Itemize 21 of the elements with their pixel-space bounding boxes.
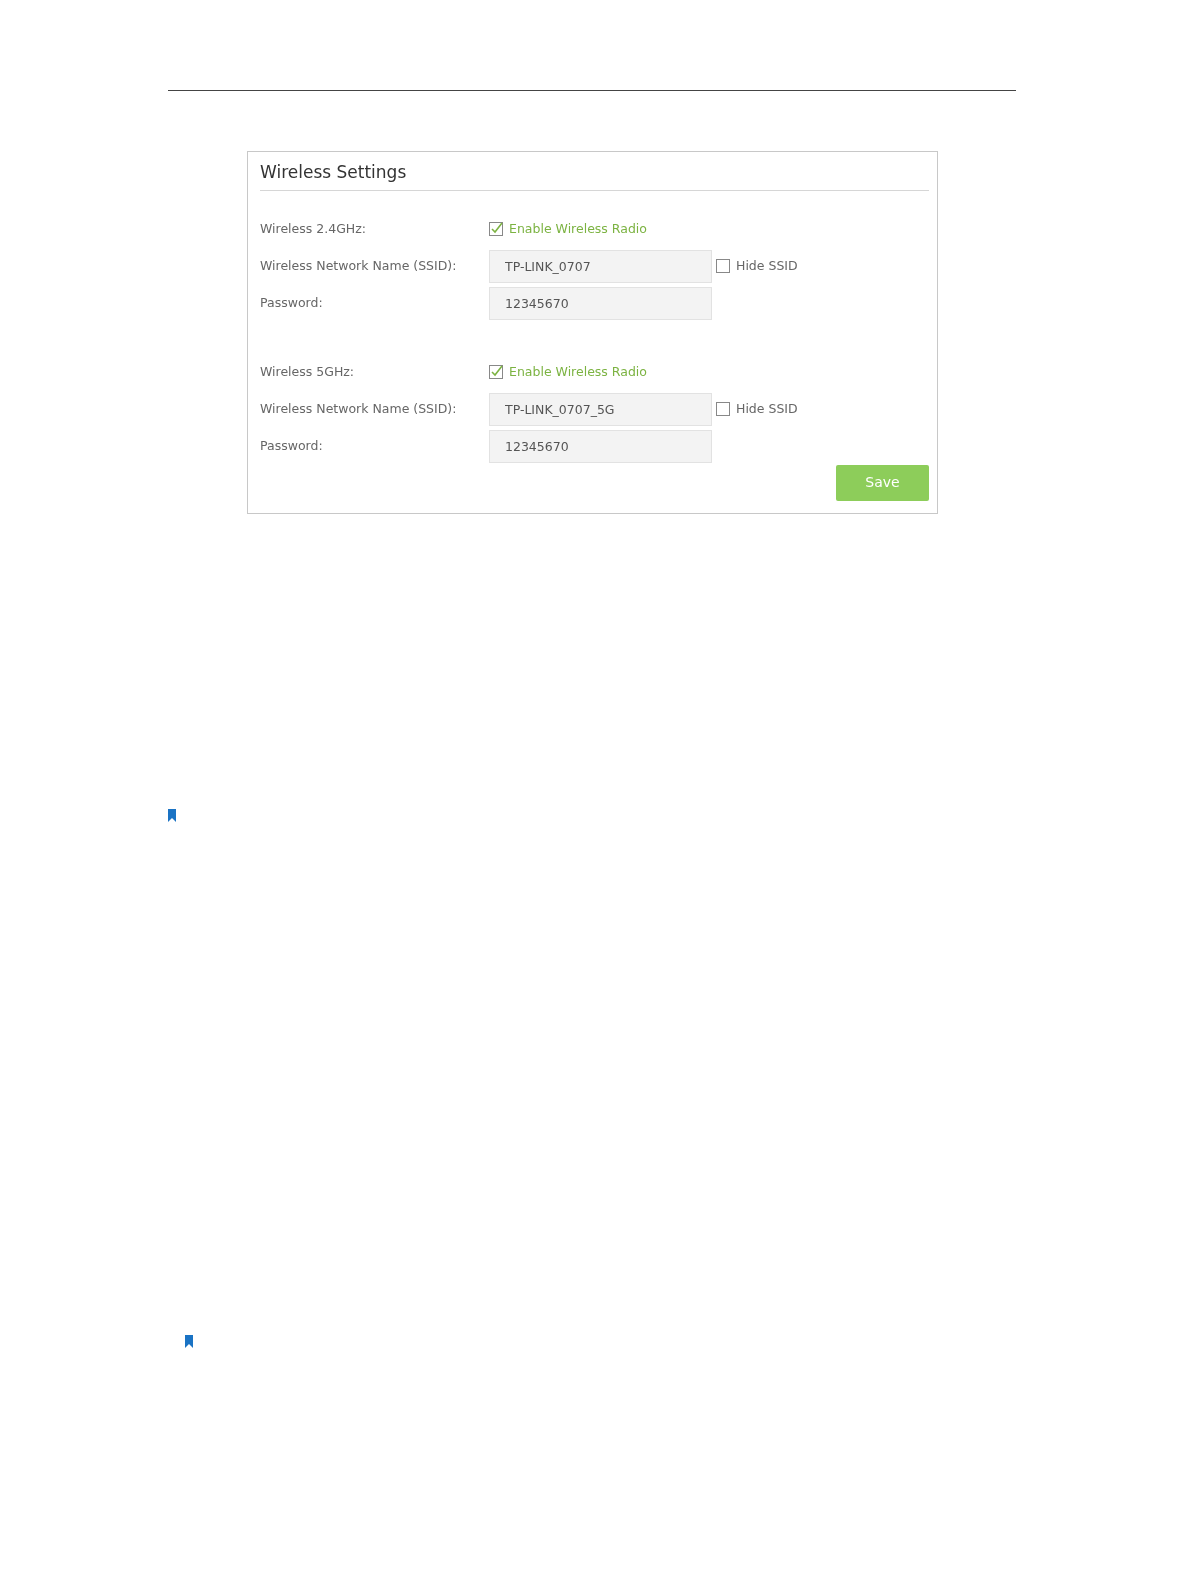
field-label: Password: <box>260 436 324 455</box>
password-field[interactable]: 12345670 <box>489 429 712 463</box>
field-label: Password: <box>260 293 324 312</box>
ssid-field[interactable]: TP-LINK_0707_5G <box>489 392 712 426</box>
bookmark-icon <box>168 808 176 822</box>
checkbox[interactable] <box>716 259 730 273</box>
field-label: Wireless Network Name (SSID): <box>260 399 458 418</box>
password-field[interactable]: 12345670 <box>489 286 712 320</box>
field-label: Wireless 5GHz: <box>260 362 356 381</box>
checkbox-label: Hide SSID <box>736 256 798 275</box>
checkbox-label: Enable Wireless Radio <box>509 362 647 381</box>
checkbox-label: Enable Wireless Radio <box>509 219 647 238</box>
bookmark-icon <box>185 1334 193 1348</box>
checkbox[interactable] <box>716 402 730 416</box>
field-label: Wireless 2.4GHz: <box>260 219 367 238</box>
field-label: Wireless Network Name (SSID): <box>260 256 458 275</box>
checkbox[interactable] <box>489 222 503 236</box>
panel-title: Wireless Settings <box>260 160 929 191</box>
checkbox[interactable] <box>489 365 503 379</box>
ssid-field[interactable]: TP-LINK_0707 <box>489 249 712 283</box>
checkbox-label: Hide SSID <box>736 399 798 418</box>
